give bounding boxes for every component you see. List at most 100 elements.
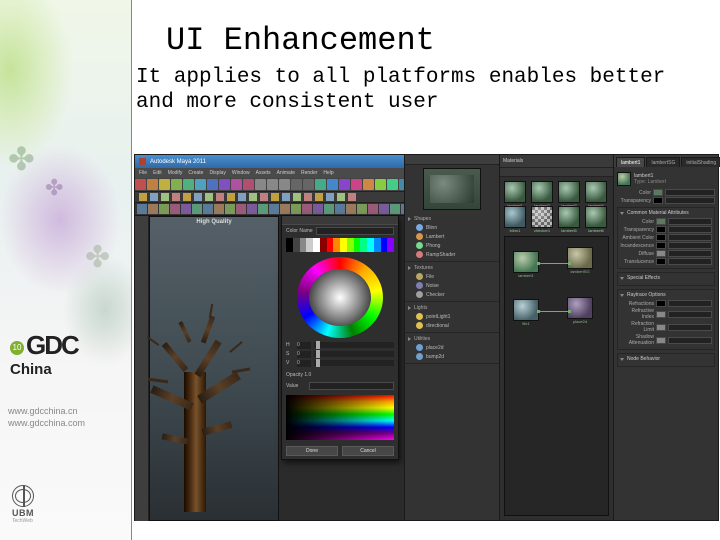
- section-header[interactable]: Utilities: [408, 336, 496, 342]
- attr-color-swatch[interactable]: [653, 197, 663, 204]
- list-item[interactable]: pointLight1: [408, 312, 496, 321]
- statusline-button[interactable]: [255, 179, 266, 190]
- list-item[interactable]: bump2d: [408, 352, 496, 361]
- preset-swatch[interactable]: [320, 238, 327, 245]
- preset-swatch[interactable]: [360, 245, 367, 252]
- toolbar-button[interactable]: [183, 193, 191, 201]
- color-cancel-button[interactable]: Cancel: [342, 446, 394, 456]
- list-item[interactable]: Noise: [408, 281, 496, 290]
- attr-group-title[interactable]: Special Effects: [627, 275, 660, 281]
- statusline-button[interactable]: [219, 179, 230, 190]
- color-done-button[interactable]: Done: [286, 446, 338, 456]
- color-picker-window[interactable]: Color Name H0 S0 V0 Opacity 1.0 Value Do…: [281, 215, 399, 460]
- material-swatch[interactable]: lambert3: [558, 181, 580, 203]
- spectrum-palette[interactable]: [286, 395, 394, 440]
- shelf-button[interactable]: [280, 204, 290, 214]
- list-item[interactable]: RampShader: [408, 250, 496, 259]
- color-picker-titlebar[interactable]: [282, 216, 398, 225]
- toolbar-button[interactable]: [337, 193, 345, 201]
- attr-slider[interactable]: [668, 234, 712, 241]
- shelf-button[interactable]: [137, 204, 147, 214]
- preset-swatch[interactable]: [387, 245, 394, 252]
- value-input[interactable]: [309, 382, 394, 390]
- toolbar-button[interactable]: [304, 193, 312, 201]
- hypershade-tabs[interactable]: Materials: [500, 155, 613, 167]
- gdc-link-com[interactable]: www.gdcchina.com: [8, 417, 85, 429]
- preset-swatch[interactable]: [333, 238, 340, 245]
- preset-swatch[interactable]: [360, 238, 367, 245]
- preset-swatch[interactable]: [374, 238, 381, 245]
- attribute-tabs[interactable]: lambert1lambertSGinitialShading: [614, 155, 718, 167]
- shelf-button[interactable]: [390, 204, 400, 214]
- statusline-button[interactable]: [339, 179, 350, 190]
- attr-color-swatch[interactable]: [656, 337, 666, 344]
- toolbox-vertical[interactable]: [135, 216, 149, 521]
- statusline-button[interactable]: [363, 179, 374, 190]
- attr-color-swatch[interactable]: [656, 234, 666, 241]
- shelf-button[interactable]: [313, 204, 323, 214]
- preset-swatch[interactable]: [347, 245, 354, 252]
- attr-slider[interactable]: [665, 189, 715, 196]
- preset-swatch[interactable]: [306, 245, 313, 252]
- shelf-button[interactable]: [236, 204, 246, 214]
- preset-swatch[interactable]: [327, 238, 334, 245]
- attr-slider[interactable]: [668, 337, 712, 344]
- shelf-button[interactable]: [269, 204, 279, 214]
- menu-item[interactable]: Help: [323, 170, 333, 176]
- toolbar-button[interactable]: [238, 193, 246, 201]
- preset-swatch[interactable]: [374, 245, 381, 252]
- toolbar-button[interactable]: [348, 193, 356, 201]
- material-swatch[interactable]: checker1: [531, 206, 553, 228]
- preset-swatch[interactable]: [300, 245, 307, 252]
- attr-slider[interactable]: [668, 300, 712, 307]
- menu-item[interactable]: Edit: [153, 170, 162, 176]
- shelf-button[interactable]: [203, 204, 213, 214]
- shelf-button[interactable]: [192, 204, 202, 214]
- attr-tab[interactable]: lambertSG: [646, 157, 680, 167]
- preset-swatches[interactable]: [286, 238, 394, 251]
- statusline-button[interactable]: [207, 179, 218, 190]
- statusline-button[interactable]: [195, 179, 206, 190]
- statusline-button[interactable]: [303, 179, 314, 190]
- attr-color-swatch[interactable]: [656, 324, 666, 331]
- attr-slider[interactable]: [668, 258, 712, 265]
- toolbar-button[interactable]: [293, 193, 301, 201]
- preset-swatch[interactable]: [286, 245, 293, 252]
- preset-swatch[interactable]: [313, 245, 320, 252]
- attr-slider[interactable]: [668, 218, 712, 225]
- toolbar-button[interactable]: [315, 193, 323, 201]
- toolbar-button[interactable]: [194, 193, 202, 201]
- preset-swatch[interactable]: [313, 238, 320, 245]
- shelf-button[interactable]: [170, 204, 180, 214]
- statusline-button[interactable]: [375, 179, 386, 190]
- material-swatch[interactable]: blinn1: [504, 206, 526, 228]
- preset-swatch[interactable]: [293, 238, 300, 245]
- attr-tab[interactable]: lambert1: [616, 157, 645, 167]
- material-swatch[interactable]: lambert1: [504, 181, 526, 203]
- preset-swatch[interactable]: [347, 238, 354, 245]
- statusline-button[interactable]: [243, 179, 254, 190]
- toolbar-button[interactable]: [172, 193, 180, 201]
- list-item[interactable]: place2d: [408, 343, 496, 352]
- attr-color-swatch[interactable]: [656, 242, 666, 249]
- attr-group-title[interactable]: Common Material Attributes: [627, 210, 689, 216]
- statusline-button[interactable]: [315, 179, 326, 190]
- toolbar-button[interactable]: [260, 193, 268, 201]
- attr-group-title[interactable]: Node Behavior: [627, 356, 660, 362]
- gdc-link-cn[interactable]: www.gdcchina.cn: [8, 405, 85, 417]
- preset-swatch[interactable]: [381, 238, 388, 245]
- graph-node[interactable]: lambert1: [513, 251, 539, 278]
- toolbar-button[interactable]: [150, 193, 158, 201]
- material-swatch[interactable]: lambert4: [585, 181, 607, 203]
- material-swatch[interactable]: lambert6: [585, 206, 607, 228]
- shelf-button[interactable]: [258, 204, 268, 214]
- toolbar-button[interactable]: [216, 193, 224, 201]
- toolbar-button[interactable]: [249, 193, 257, 201]
- preset-swatch[interactable]: [293, 245, 300, 252]
- toolbar-button[interactable]: [161, 193, 169, 201]
- toolbar-button[interactable]: [282, 193, 290, 201]
- menu-item[interactable]: Modify: [168, 170, 183, 176]
- preset-swatch[interactable]: [327, 245, 334, 252]
- material-swatch[interactable]: lambert2: [531, 181, 553, 203]
- statusline-button[interactable]: [267, 179, 278, 190]
